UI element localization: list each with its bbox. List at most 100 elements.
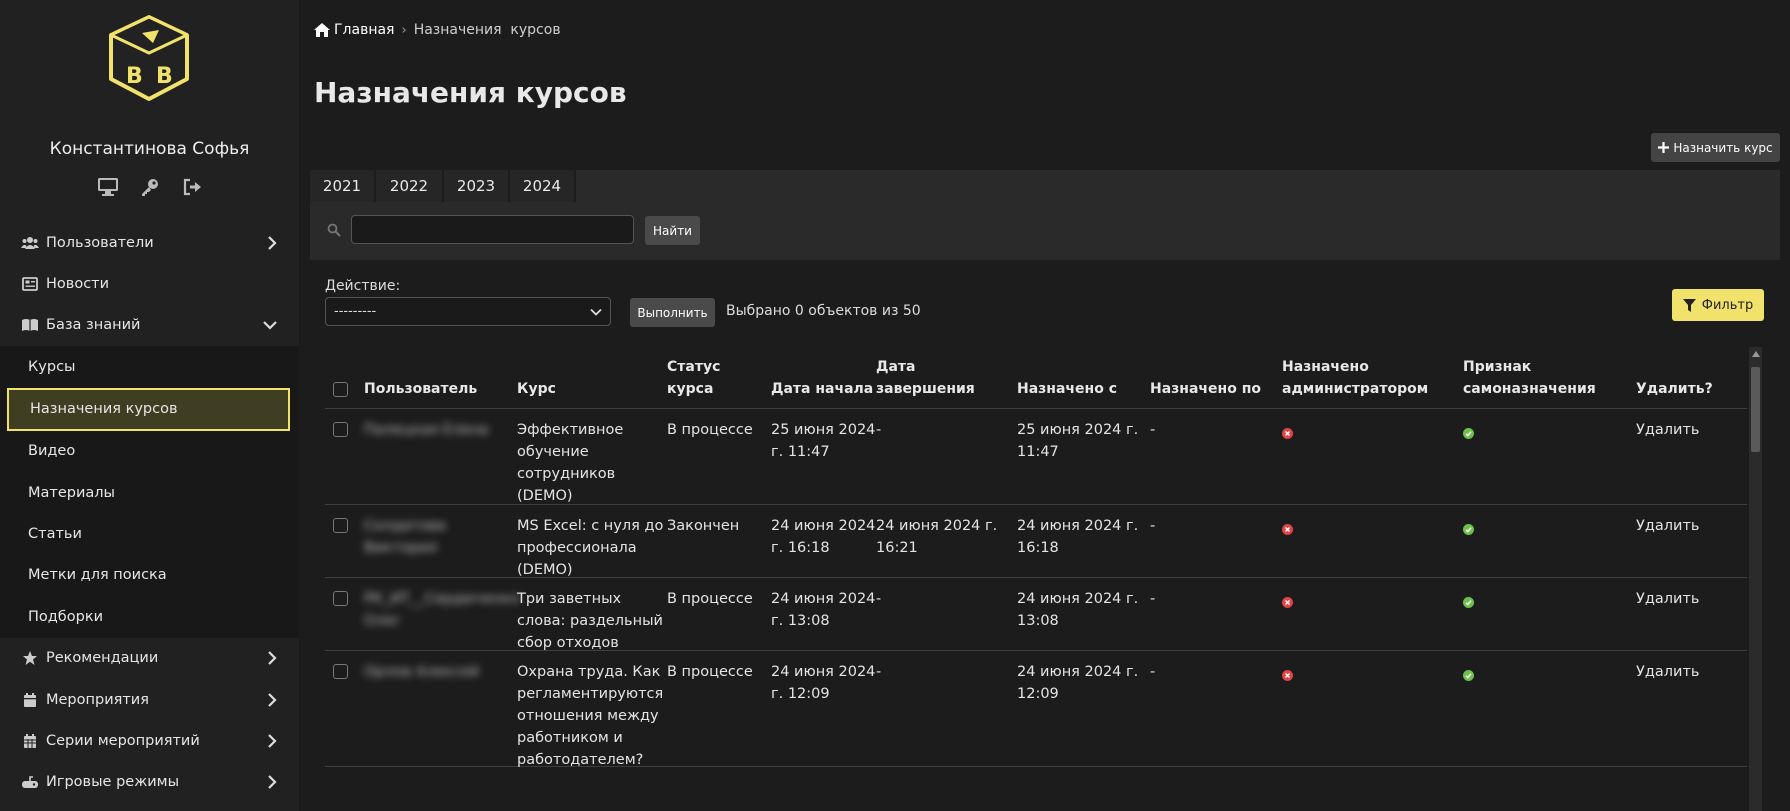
sidebar-item-label: Подборки (28, 608, 103, 625)
cell-course: MS Excel: с нуля до профессионала (DEMO) (517, 518, 664, 578)
header-end[interactable]: Дата завершения (876, 347, 1017, 408)
sidebar-item-label: Серии мероприятий (46, 732, 200, 749)
cell-self (1463, 409, 1636, 504)
sidebar-item-label: Материалы (28, 484, 115, 501)
calendar-icon (20, 692, 40, 708)
cell-user[interactable]: Палецкая Елена (364, 409, 517, 504)
cell-course: Три заветных слова: раздельный сбор отхо… (517, 591, 663, 651)
monitor-icon[interactable] (96, 175, 120, 199)
header-from[interactable]: Назначено с (1017, 347, 1150, 408)
sidebar-item-video[interactable]: Видео (0, 431, 299, 472)
sidebar-item-events[interactable]: Мероприятия (0, 679, 299, 720)
row-checkbox[interactable] (333, 664, 348, 679)
tab-year-2021[interactable]: 2021 (310, 170, 376, 202)
tab-year-2024[interactable]: 2024 (510, 170, 576, 202)
sidebar-nav: Пользователи Новости База знаний Курсы Н… (0, 222, 299, 803)
key-icon[interactable] (138, 175, 162, 199)
chevron-right-icon (267, 734, 277, 748)
delete-link[interactable]: Удалить (1636, 651, 1747, 766)
cell-to: - (1150, 664, 1156, 680)
sidebar-item-courses[interactable]: Курсы (0, 346, 299, 387)
cell-to: - (1150, 591, 1156, 607)
sidebar-item-game-modes[interactable]: Игровые режимы (0, 762, 299, 803)
sidebar-item-event-series[interactable]: Серии мероприятий (0, 720, 299, 761)
newspaper-icon (20, 277, 40, 291)
header-self[interactable]: Признак самоназначения (1463, 347, 1636, 408)
action-label: Действие: (325, 278, 401, 294)
table-body: Палецкая Елена Эффективное обучение сотру… (325, 409, 1747, 768)
breadcrumb-current: Назначения курсов (413, 22, 561, 38)
row-checkbox[interactable] (333, 591, 348, 606)
run-action-button[interactable]: Выполнить (630, 298, 715, 327)
cell-from: 24 июня 2024 г. 16:18 (1017, 518, 1139, 556)
table-row: Орлов Алексей Охрана труда. Как регламент… (325, 651, 1747, 768)
assign-course-label: Назначить курс (1673, 140, 1773, 155)
header-start[interactable]: Дата начала (771, 347, 876, 408)
row-checkbox[interactable] (333, 518, 348, 533)
row-checkbox[interactable] (333, 422, 348, 437)
sidebar-item-label: Видео (28, 443, 76, 460)
breadcrumb-home[interactable]: Главная (314, 22, 394, 38)
action-select[interactable]: --------- (325, 297, 611, 326)
sidebar-item-articles[interactable]: Статьи (0, 513, 299, 554)
header-status[interactable]: Статус курса (667, 347, 771, 408)
assign-course-button[interactable]: Назначить курс (1651, 133, 1780, 162)
cell-admin (1282, 505, 1463, 577)
check-circle-icon (1463, 424, 1474, 446)
delete-link[interactable]: Удалить (1636, 578, 1747, 650)
sidebar-item-label: Рекомендации (46, 650, 159, 667)
sidebar-item-course-assignments[interactable]: Назначения курсов (7, 387, 290, 431)
search-icon (327, 223, 341, 237)
cell-to: - (1150, 422, 1156, 438)
header-admin[interactable]: Назначено администратором (1282, 347, 1463, 408)
search-button[interactable]: Найти (645, 216, 700, 245)
header-course[interactable]: Курс (517, 347, 667, 408)
table-header: Пользователь Курс Статус курса Дата нача… (325, 347, 1747, 409)
tab-year-2022[interactable]: 2022 (376, 170, 444, 202)
svg-text:B: B (126, 64, 143, 89)
chevron-right-icon (267, 651, 277, 665)
cell-self (1463, 651, 1636, 766)
sidebar-item-label: Мероприятия (46, 691, 149, 708)
sidebar-item-label: Назначения курсов (30, 401, 178, 418)
filter-button[interactable]: Фильтр (1672, 289, 1764, 321)
breadcrumb-separator: › (401, 22, 407, 38)
sidebar-item-users[interactable]: Пользователи (0, 222, 299, 263)
sidebar-item-label: Метки для поиска (28, 567, 167, 584)
sidebar-item-label: Игровые режимы (46, 774, 180, 791)
cell-admin (1282, 409, 1463, 504)
cell-user[interactable]: РК_ИТ__Сердюченко Олег (364, 578, 520, 650)
sidebar-item-knowledge-base[interactable]: База знаний (0, 305, 299, 346)
action-select-value: --------- (334, 304, 377, 319)
sidebar-item-recommendations[interactable]: Рекомендации (0, 638, 299, 679)
row-select-cell (325, 578, 364, 650)
select-all-checkbox[interactable] (333, 382, 348, 397)
cell-end: - (876, 422, 882, 438)
sidebar-item-news[interactable]: Новости (0, 263, 299, 304)
sidebar-item-materials[interactable]: Материалы (0, 472, 299, 513)
vertical-scrollbar[interactable] (1749, 347, 1762, 811)
delete-link[interactable]: Удалить (1636, 505, 1747, 577)
sidebar-item-search-tags[interactable]: Метки для поиска (0, 555, 299, 596)
logout-icon[interactable] (180, 175, 204, 199)
header-delete: Удалить? (1636, 381, 1713, 397)
cell-status: В процессе (667, 664, 753, 680)
sidebar-item-label: Статьи (28, 526, 82, 543)
chevron-right-icon (267, 235, 277, 250)
cell-start: 24 июня 2024 г. 13:08 (771, 591, 876, 629)
header-user[interactable]: Пользователь (364, 347, 517, 408)
scroll-up-icon[interactable] (1749, 347, 1762, 361)
sidebar-item-label: Пользователи (46, 234, 154, 251)
tab-year-2023[interactable]: 2023 (444, 170, 510, 202)
header-to[interactable]: Назначено по (1150, 347, 1282, 408)
search-input[interactable] (351, 215, 634, 244)
row-select-cell (325, 409, 364, 504)
scrollbar-thumb[interactable] (1751, 367, 1760, 452)
delete-link[interactable]: Удалить (1636, 409, 1747, 504)
cell-from: 24 июня 2024 г. 12:09 (1017, 664, 1139, 702)
cell-user[interactable]: Орлов Алексей (364, 651, 517, 766)
sidebar-item-collections[interactable]: Подборки (0, 596, 299, 637)
cell-user[interactable]: Солдатова Виктория (364, 505, 517, 577)
cell-admin (1282, 578, 1463, 650)
x-circle-icon (1282, 666, 1293, 688)
